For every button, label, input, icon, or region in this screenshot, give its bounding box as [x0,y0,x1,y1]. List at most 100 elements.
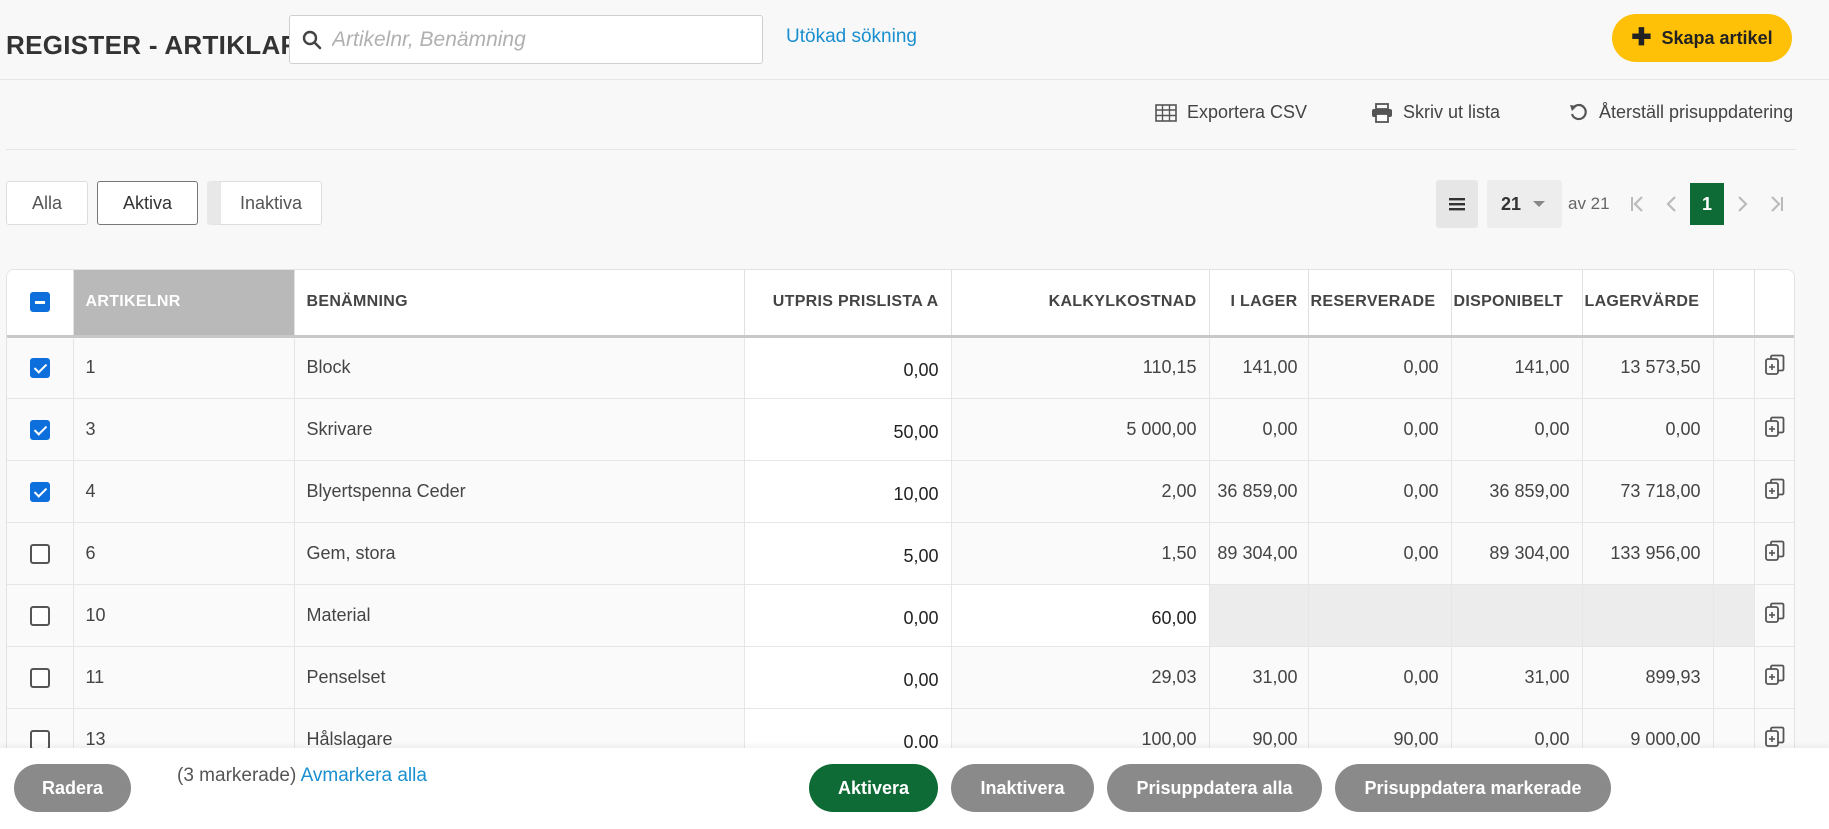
copy-icon[interactable] [1764,354,1786,380]
table-row[interactable]: 3 Skrivare 50,00 5 000,00 0,00 0,00 0,00 0,00 [7,398,1794,461]
cell-artikelnr: 11 [73,646,295,709]
cell-lagervarde: 13 573,50 [1582,336,1714,399]
cell-utpris: 10,00 [744,460,952,523]
copy-cell [1754,708,1794,749]
extended-search-link[interactable]: Utökad sökning [786,26,917,48]
cell-lagervarde: 133 956,00 [1582,522,1714,585]
cell-benamning: Hålslagare [294,708,745,748]
copy-cell [1754,522,1794,585]
price-update-all-button[interactable]: Prisuppdatera alla [1107,764,1322,812]
deactivate-button[interactable]: Inaktivera [951,764,1094,812]
filter-active-button[interactable]: Aktiva [97,181,198,225]
cell-benamning: Skrivare [294,398,745,461]
row-checkbox[interactable] [29,605,50,626]
cell-utpris: 0,00 [744,336,952,399]
column-header-empty [1713,270,1755,338]
table-row[interactable]: 11 Penselset 0,00 29,03 31,00 0,00 31,00 899,93 [7,646,1794,709]
export-csv-button[interactable]: Exportera CSV [1155,102,1307,123]
cell-kalkyl: 29,03 [951,646,1210,709]
cell-artikelnr: 1 [73,336,295,399]
row-checkbox[interactable] [29,358,50,379]
column-header-i-lager[interactable]: I LAGER [1209,270,1309,338]
column-header-copy [1754,270,1794,338]
copy-icon[interactable] [1764,726,1786,749]
copy-icon[interactable] [1764,664,1786,690]
row-checkbox[interactable] [29,481,50,502]
filter-inactive-button[interactable]: Inaktiva [207,181,322,225]
reset-price-update-label: Återställ prisuppdatering [1599,102,1794,122]
chevron-down-icon [1533,201,1546,207]
copy-icon[interactable] [1764,602,1786,628]
row-checkbox[interactable] [29,729,50,748]
create-article-button[interactable]: ✚ Skapa artikel [1612,14,1792,62]
copy-cell [1754,336,1794,399]
cell-kalkyl: 1,50 [951,522,1210,585]
filter-all-button[interactable]: Alla [6,181,88,225]
column-header-artikelnr[interactable]: ARTIKELNR [73,270,295,338]
chevron-right-icon [1738,196,1748,212]
table-row[interactable]: 4 Blyertspenna Ceder 10,00 2,00 36 859,00 0,0… [7,460,1794,523]
price-update-selected-button[interactable]: Prisuppdatera markerade [1335,764,1611,812]
copy-icon[interactable] [1764,478,1786,504]
search-box[interactable] [289,15,763,64]
row-select-cell [7,398,74,461]
list-view-button[interactable] [1436,180,1478,228]
cell-disponibelt [1451,584,1583,647]
table-row[interactable]: 13 Hålslagare 0,00 100,00 90,00 90,00 0,00 9 00… [7,708,1794,749]
column-header-kalkylkostnad[interactable]: KALKYLKOSTNAD [951,270,1210,338]
row-checkbox[interactable] [29,667,50,688]
cell-empty [1713,584,1755,647]
select-all-checkbox[interactable] [29,292,50,313]
row-checkbox[interactable] [29,419,50,440]
cell-ilager [1209,584,1309,647]
cell-empty [1713,522,1755,585]
cell-utpris: 0,00 [744,646,952,709]
copy-icon[interactable] [1764,540,1786,566]
export-csv-label: Exportera CSV [1187,102,1308,122]
next-page-button[interactable] [1730,190,1756,218]
cell-reserverade: 0,00 [1308,522,1452,585]
page-size-select[interactable]: 21 [1487,180,1562,228]
page-number-current[interactable]: 1 [1690,183,1724,225]
cell-disponibelt: 31,00 [1451,646,1583,709]
search-input[interactable] [330,24,750,56]
cell-kalkyl: 110,15 [951,336,1210,399]
cell-kalkyl: 60,00 [951,584,1210,647]
column-header-disponibelt[interactable]: DISPONIBELT [1451,270,1583,338]
row-checkbox[interactable] [29,543,50,564]
prev-page-button[interactable] [1658,190,1684,218]
cell-ilager: 90,00 [1209,708,1309,748]
activate-button[interactable]: Aktivera [809,764,938,812]
row-select-cell [7,646,74,709]
selection-info: (3 markerade) Avmarkera alla [177,765,427,787]
cell-empty [1713,460,1755,523]
reset-price-update-button[interactable]: Återställ prisuppdatering [1569,102,1793,123]
cell-reserverade: 0,00 [1308,646,1452,709]
cell-benamning: Gem, stora [294,522,745,585]
cell-benamning: Blyertspenna Ceder [294,460,745,523]
cell-disponibelt: 141,00 [1451,336,1583,399]
deselect-all-link[interactable]: Avmarkera alla [301,765,427,786]
cell-lagervarde [1582,584,1714,647]
first-page-button[interactable] [1624,190,1650,218]
toolbar: Exportera CSV Skriv ut lista Återställ p… [6,82,1796,150]
delete-button[interactable]: Radera [14,764,131,812]
table-row[interactable]: 6 Gem, stora 5,00 1,50 89 304,00 0,00 89 304,0… [7,522,1794,585]
last-page-button[interactable] [1764,190,1790,218]
column-header-benamning[interactable]: BENÄMNING [294,270,745,338]
print-list-button[interactable]: Skriv ut lista [1371,102,1500,123]
cell-disponibelt: 0,00 [1451,398,1583,461]
cell-empty [1713,398,1755,461]
row-select-cell [7,336,74,399]
page-title: REGISTER - ARTIKLAR [6,30,300,60]
cell-artikelnr: 13 [73,708,295,748]
copy-icon[interactable] [1764,416,1786,442]
table-row[interactable]: 10 Material 0,00 60,00 [7,584,1794,647]
table-row[interactable]: 1 Block 0,00 110,15 141,00 0,00 141,00 13 573,5… [7,336,1794,399]
table-header-row: ARTIKELNR BENÄMNING UTPRIS PRISLISTA A K… [7,270,1794,338]
column-header-lagervarde[interactable]: LAGERVÄRDE [1582,270,1714,338]
column-header-utpris[interactable]: UTPRIS PRISLISTA A [744,270,952,338]
last-page-icon [1771,196,1783,212]
column-header-reserverade[interactable]: RESERVERADE [1308,270,1452,338]
cell-reserverade: 0,00 [1308,398,1452,461]
